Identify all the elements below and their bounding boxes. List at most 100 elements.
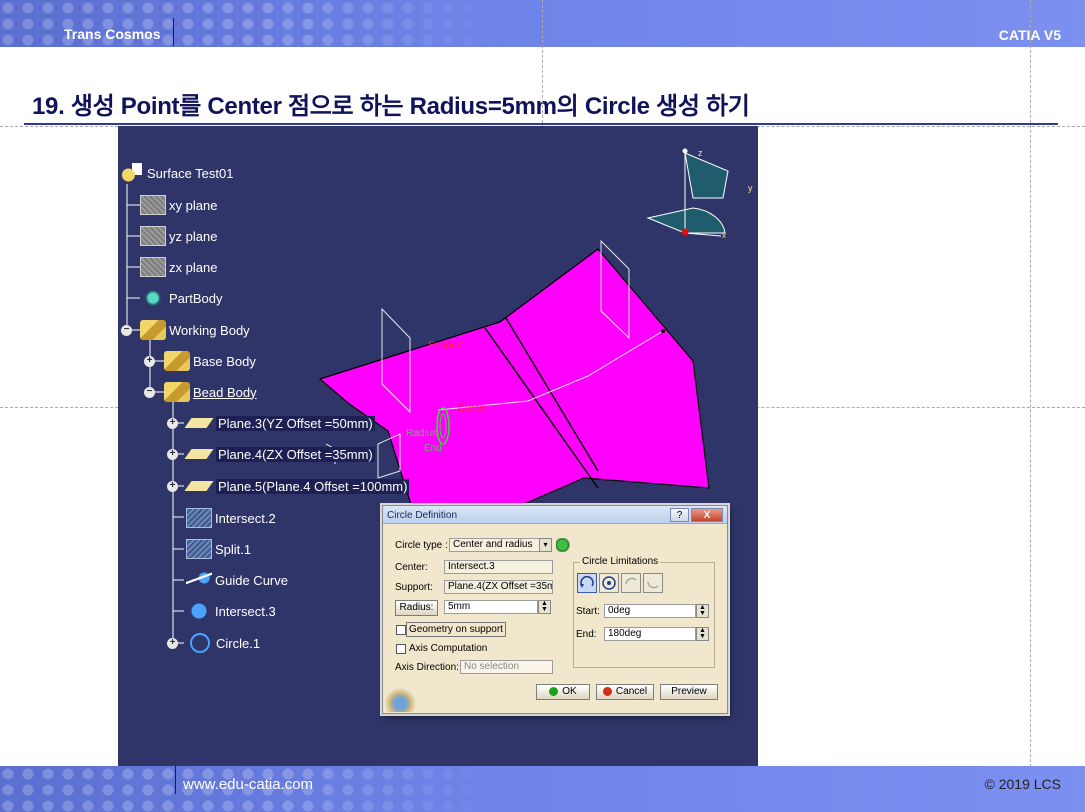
plane-feature-icon — [184, 418, 214, 428]
split-icon — [186, 539, 212, 559]
expand-toggle[interactable]: + — [167, 481, 178, 492]
trim-circle-icon — [625, 577, 637, 585]
start-field[interactable]: 0deg — [604, 604, 696, 618]
circle-icon — [190, 633, 210, 653]
radius-field[interactable]: 5mm — [444, 600, 538, 614]
tree-item-label: Guide Curve — [215, 572, 288, 588]
trim-circle-button[interactable] — [621, 573, 641, 593]
plane-feature-icon — [184, 481, 214, 491]
website-link[interactable]: www.edu-catia.com — [183, 776, 313, 793]
collapse-toggle[interactable]: − — [144, 387, 155, 398]
support-label: Support: — [395, 582, 433, 593]
radius-button[interactable]: Radius: — [395, 600, 438, 616]
tree-item-label: yz plane — [169, 228, 218, 244]
tree-item-label: Intersect.2 — [215, 510, 276, 526]
axis-computation-checkbox[interactable] — [396, 644, 406, 654]
gear-icon — [140, 288, 166, 308]
tree-item-guide-curve[interactable]: Guide Curve — [186, 569, 288, 591]
tree-item-base-body[interactable]: Base Body — [164, 350, 256, 372]
tree-item-label: Circle.1 — [216, 635, 261, 651]
intersect-icon — [186, 508, 212, 528]
geometry-on-support-label: Geometry on support — [406, 622, 506, 637]
center-field[interactable]: Intersect.3 — [444, 560, 553, 574]
law-icon[interactable] — [556, 538, 572, 552]
tree-item-label: xy plane — [169, 197, 218, 213]
tree-item-plane-3[interactable]: Plane.3(YZ Offset =50mm) — [184, 412, 375, 434]
tree-item-label: Plane.4(ZX Offset =35mm) — [216, 446, 375, 462]
whole-circle-button[interactable] — [599, 573, 619, 593]
center-label: Center: — [395, 562, 428, 573]
tree-item-plane-4[interactable]: Plane.4(ZX Offset =35mm) — [184, 443, 375, 465]
expand-toggle[interactable]: + — [167, 638, 178, 649]
plane-icon — [140, 226, 166, 246]
tree-item-intersect-2[interactable]: Intersect.2 — [186, 507, 276, 529]
close-button[interactable]: X — [691, 508, 723, 522]
tree-item-label: Split.1 — [215, 541, 252, 557]
part-icon — [118, 163, 144, 183]
axis-direction-field[interactable]: No selection — [460, 660, 553, 674]
tree-item-xy-plane[interactable]: xy plane — [140, 194, 217, 216]
footer-divider — [175, 766, 176, 794]
end-spinner[interactable]: ▲ ▼ — [696, 627, 709, 641]
collapse-toggle[interactable]: − — [121, 325, 132, 336]
tree-item-working-body[interactable]: Working Body — [140, 319, 250, 341]
start-spinner[interactable]: ▲ ▼ — [696, 604, 709, 618]
circle-limitations-group: Circle Limitations Start: 0deg ▲ ▼ End: 1… — [573, 556, 715, 668]
part-arc-button[interactable] — [577, 573, 597, 593]
tree-item-split-1[interactable]: Split.1 — [186, 538, 251, 560]
axis-direction-label: Axis Direction: — [395, 662, 459, 673]
expand-toggle[interactable]: + — [167, 418, 178, 429]
plane-icon — [140, 257, 166, 277]
chevron-down-icon[interactable]: ▾ — [539, 538, 552, 552]
cancel-label: Cancel — [615, 686, 648, 697]
complementary-circle-button[interactable] — [643, 573, 663, 593]
catia-logo-icon — [385, 684, 423, 712]
help-button[interactable]: ? — [670, 508, 689, 522]
body-icon — [140, 320, 166, 340]
preview-button[interactable]: Preview — [660, 684, 718, 700]
body-icon — [164, 382, 190, 402]
cancel-icon — [602, 686, 612, 696]
title-underline — [24, 123, 1058, 125]
tree-item-bead-body[interactable]: Bead Body — [164, 381, 257, 403]
tree-item-label: PartBody — [169, 290, 223, 306]
tree-root-label: Surface Test01 — [147, 165, 234, 181]
tree-item-intersect-3[interactable]: Intersect.3 — [186, 600, 276, 622]
tree-item-zx-plane[interactable]: zx plane — [140, 256, 217, 278]
circle-limitations-title: Circle Limitations — [580, 556, 661, 567]
tree-item-yz-plane[interactable]: yz plane — [140, 225, 217, 247]
ok-button[interactable]: OK — [536, 684, 590, 700]
expand-toggle[interactable]: + — [144, 356, 155, 367]
cancel-button[interactable]: Cancel — [596, 684, 654, 700]
intersect-icon — [186, 601, 212, 621]
copyright: © 2019 LCS — [984, 776, 1061, 792]
guide-line — [1030, 0, 1031, 812]
tree-item-plane-5[interactable]: Plane.5(Plane.4 Offset =100mm) — [184, 475, 410, 497]
end-label: End: — [576, 629, 597, 640]
tree-item-label: Plane.5(Plane.4 Offset =100mm) — [216, 478, 410, 494]
start-label: Start: — [576, 606, 600, 617]
tree-item-partbody[interactable]: PartBody — [140, 287, 222, 309]
tree-item-label: Intersect.3 — [215, 603, 276, 619]
complementary-circle-icon — [647, 581, 659, 589]
support-field[interactable]: Plane.4(ZX Offset =35m — [444, 580, 553, 594]
footer-bar: www.edu-catia.com © 2019 LCS — [0, 766, 1085, 812]
expand-toggle[interactable]: + — [167, 449, 178, 460]
tree-item-label: Base Body — [193, 353, 256, 369]
header-divider — [173, 18, 174, 46]
plane-icon — [140, 195, 166, 215]
radius-spinner[interactable]: ▲ ▼ — [538, 600, 551, 614]
tree-item-label: Plane.3(YZ Offset =50mm) — [216, 415, 375, 431]
ok-icon — [549, 686, 559, 696]
circle-type-select[interactable]: Center and radius — [449, 538, 549, 552]
body-icon — [164, 351, 190, 371]
whole-circle-icon — [602, 576, 616, 590]
guide-curve-icon — [186, 570, 212, 590]
end-field[interactable]: 180deg — [604, 627, 696, 641]
geometry-on-support-checkbox[interactable] — [396, 625, 406, 635]
tree-item-circle-1[interactable]: Circle.1 — [190, 632, 260, 654]
plane-feature-icon — [184, 449, 214, 459]
tree-root[interactable]: Surface Test01 — [118, 162, 233, 184]
dialog-titlebar[interactable]: Circle Definition ? X — [383, 506, 727, 524]
dialog-title: Circle Definition — [387, 510, 458, 521]
